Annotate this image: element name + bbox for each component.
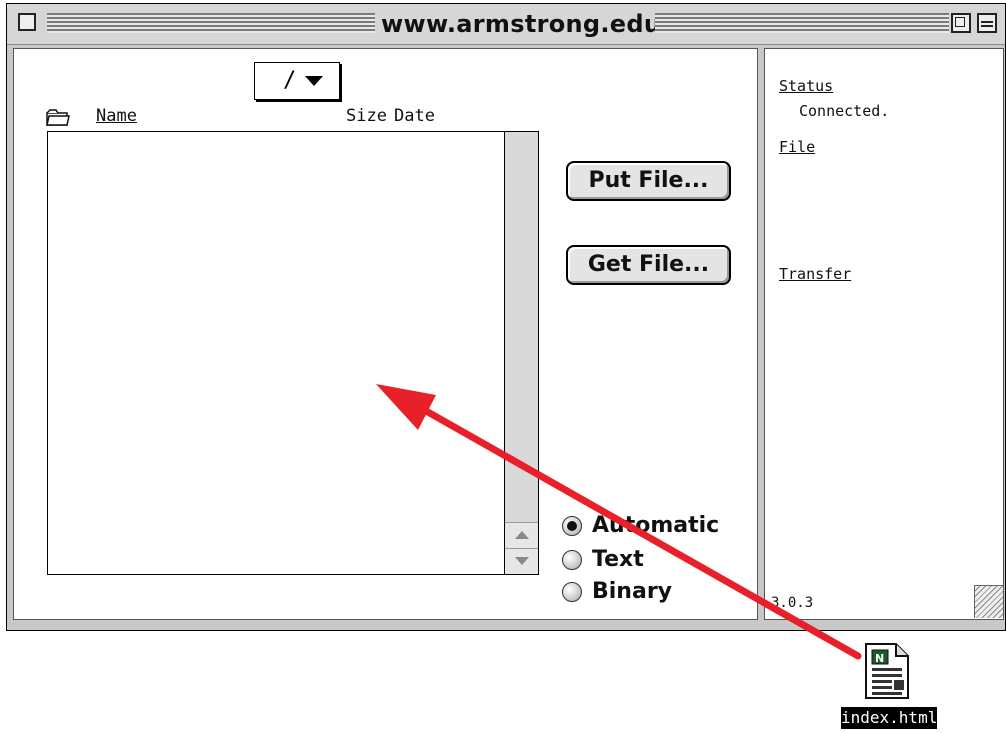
file-label: File [779,138,816,156]
radio-button-selected[interactable] [562,516,582,536]
remote-file-list[interactable] [47,131,505,575]
folder-icon [46,109,70,126]
chevron-down-icon [305,76,323,86]
collapse-box[interactable] [977,13,997,33]
radio-button[interactable] [562,550,582,570]
desktop-file-label[interactable]: index.html [841,707,937,729]
window-title: www.armstrong.edu [381,10,662,38]
get-file-button[interactable]: Get File... [566,245,731,285]
radio-button[interactable] [562,582,582,602]
column-header-size[interactable]: Size [346,106,387,130]
info-panel: Status Connected. File Transfer 3.0.3 [764,48,1004,620]
ftp-window: www.armstrong.edu / Name Size Date Put F… [6,3,1006,631]
status-value: Connected. [799,102,890,120]
path-popup[interactable]: / [254,62,340,100]
column-header-name[interactable]: Name [96,106,137,130]
svg-text:N: N [875,652,884,665]
scroll-up-button[interactable] [505,522,538,548]
version-label: 3.0.3 [771,595,814,611]
radio-label-binary: Binary [592,579,673,604]
title-stripes-left [47,13,375,33]
status-label: Status [779,77,834,95]
transfer-label: Transfer [779,265,852,283]
radio-label-automatic: Automatic [592,513,720,538]
resize-grip-icon[interactable] [974,585,1003,618]
remote-pane: / Name Size Date Put File... Get File...… [13,48,758,620]
vertical-scrollbar[interactable] [505,131,539,575]
netscape-document-icon[interactable]: N [864,642,910,700]
radio-label-text: Text [592,547,644,572]
zoom-box[interactable] [951,13,971,33]
close-box[interactable] [18,13,36,31]
title-stripes-right [655,13,949,33]
arrow-down-icon [515,557,529,565]
column-header-date[interactable]: Date [394,106,435,130]
scroll-down-button[interactable] [505,548,538,574]
path-value: / [283,68,297,93]
title-bar[interactable]: www.armstrong.edu [7,4,1005,45]
put-file-button[interactable]: Put File... [566,161,731,201]
arrow-up-icon [515,531,529,539]
